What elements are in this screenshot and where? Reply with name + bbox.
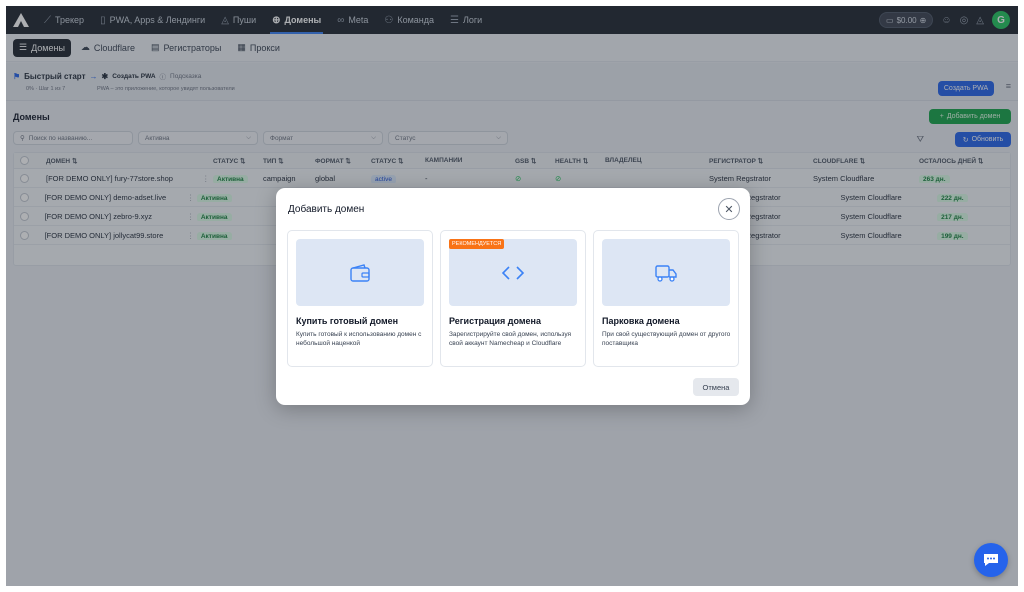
card-title: Парковка домена	[602, 316, 680, 326]
card-description: Купить готовый к использованию домен с н…	[296, 331, 422, 347]
cancel-button[interactable]: Отмена	[693, 378, 739, 396]
modal-title: Добавить домен	[288, 204, 365, 215]
chat-button[interactable]	[974, 543, 1008, 577]
card-title: Регистрация домена	[449, 316, 541, 326]
add-domain-modal: Добавить домен ✕ Купить готовый домен Ку…	[276, 188, 750, 405]
option-buy-domain[interactable]: Купить готовый домен Купить готовый к ис…	[287, 230, 433, 367]
card-illustration	[449, 239, 577, 306]
close-button[interactable]: ✕	[718, 198, 740, 220]
card-description: При свой существующий домен от другого п…	[602, 331, 731, 347]
card-description: Зарегистрируйте свой домен, используя св…	[449, 331, 572, 347]
close-icon: ✕	[724, 203, 734, 216]
card-illustration	[296, 239, 424, 306]
card-illustration	[602, 239, 730, 306]
code-icon	[501, 265, 525, 280]
chat-icon	[984, 554, 998, 566]
truck-icon	[655, 264, 677, 282]
wallet-icon	[350, 263, 370, 282]
card-title: Купить готовый домен	[296, 316, 399, 326]
recommended-badge: РЕКОМЕНДУЕТСЯ	[449, 239, 505, 249]
option-register-domain[interactable]: РЕКОМЕНДУЕТСЯ Регистрация домена Зарегис…	[440, 230, 586, 367]
option-park-domain[interactable]: Парковка домена При свой существующий до…	[593, 230, 739, 367]
app: ⟋ Трекер ▯ PWA, Apps & Лендинги ◬ Пуши ⊕ Дом…	[6, 6, 1018, 586]
